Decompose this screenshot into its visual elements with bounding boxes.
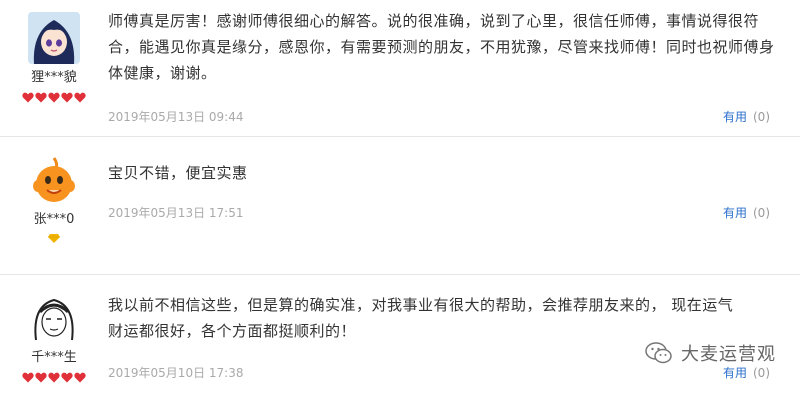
useful-label[interactable]: 有用 <box>723 366 747 380</box>
review-text: 师傅真是厉害！感谢师傅很细心的解答。说的很准确，说到了心里，很信任师傅，事情说得… <box>108 12 775 82</box>
watermark: 大麦运营观 <box>645 340 776 366</box>
username: 张***0 <box>33 212 75 227</box>
avatar[interactable] <box>28 12 80 64</box>
anime-girl-avatar-icon <box>28 12 80 64</box>
useful-button[interactable]: 有用 (0) <box>723 364 770 381</box>
review-item: 狸***貌 师傅真是厉害！感谢师傅很细心的解答。说的很准确，说到了心里，很信任师… <box>0 0 800 136</box>
useful-count: (0) <box>753 366 770 380</box>
sketch-face-avatar-icon <box>28 292 80 344</box>
heart-icon <box>22 92 34 103</box>
watermark-text: 大麦运营观 <box>681 344 776 365</box>
username: 千***生 <box>31 350 77 365</box>
heart-icon <box>22 372 34 383</box>
heart-icon <box>35 92 47 103</box>
useful-count: (0) <box>753 110 770 124</box>
heart-icon <box>48 372 60 383</box>
heart-icon <box>48 92 60 103</box>
review-date: 2019年05月13日 17:51 <box>108 206 244 220</box>
heart-icon <box>61 372 73 383</box>
review-text: 我以前不相信这些，但是算的确实准，对我事业有很大的帮助，会推荐朋友来的， 现在运… <box>108 296 734 340</box>
reviewer-info: 张***0 <box>14 154 94 243</box>
orange-mascot-avatar-icon <box>28 154 80 206</box>
useful-button[interactable]: 有用 (0) <box>723 204 770 221</box>
user-level <box>14 92 94 103</box>
heart-icon <box>74 372 86 383</box>
useful-label[interactable]: 有用 <box>723 206 747 220</box>
user-level <box>14 372 94 383</box>
useful-count: (0) <box>753 206 770 220</box>
avatar[interactable] <box>28 292 80 344</box>
review-date: 2019年05月13日 09:44 <box>108 110 244 124</box>
useful-button[interactable]: 有用 (0) <box>723 108 770 125</box>
review-date: 2019年05月10日 17:38 <box>108 366 244 380</box>
reviewer-info: 狸***貌 <box>14 12 94 103</box>
avatar[interactable] <box>28 154 80 206</box>
useful-label[interactable]: 有用 <box>723 110 747 124</box>
wechat-icon <box>645 342 672 364</box>
review-item: 张***0 宝贝不错，便宜实惠 2019年05月13日 17:51 有用 (0) <box>0 136 800 274</box>
reviewer-info: 千***生 <box>14 292 94 383</box>
diamond-icon <box>48 234 60 243</box>
review-item: 千***生 我以前不相信这些，但是算的确实准，对我事业有很大的帮助，会推荐朋友来… <box>0 274 800 400</box>
username: 狸***貌 <box>31 70 77 85</box>
heart-icon <box>74 92 86 103</box>
heart-icon <box>35 372 47 383</box>
review-text: 宝贝不错，便宜实惠 <box>108 164 248 182</box>
heart-icon <box>61 92 73 103</box>
